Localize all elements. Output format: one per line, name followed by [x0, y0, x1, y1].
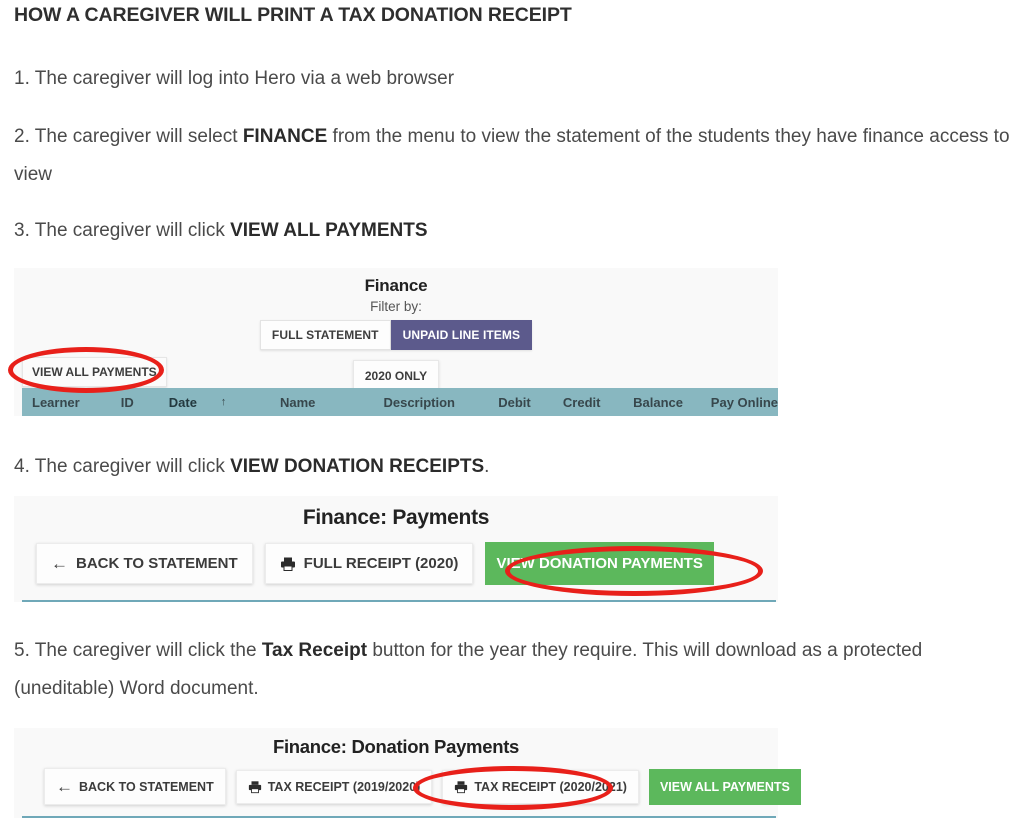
step-4-suffix: . — [484, 456, 490, 477]
finance-panel-title: Finance — [364, 276, 428, 295]
column-header-pay-online[interactable]: Pay Online — [711, 395, 778, 410]
tax-receipt-2019-2020-button[interactable]: TAX RECEIPT (2019/2020) — [235, 769, 433, 804]
step-3-prefix: 3. The caregiver will click — [14, 220, 231, 241]
step-1-text: 1. The caregiver will log into Hero via … — [14, 60, 454, 98]
tax-receipt-2020-2021-button[interactable]: TAX RECEIPT (2020/2021) — [442, 769, 639, 804]
step-2-emphasis: FINANCE — [242, 126, 328, 147]
column-header-debit[interactable]: Debit — [472, 395, 563, 410]
step-5-text: 5. The caregiver will click the Tax Rece… — [14, 632, 1004, 708]
step-5-prefix: 5. The caregiver will click the — [14, 640, 262, 661]
tax-receipt-2020-2021-label: TAX RECEIPT (2020/2021) — [474, 779, 627, 794]
filter-by-label: Filter by: — [370, 299, 422, 314]
back-to-statement-label: BACK TO STATEMENT — [76, 555, 238, 572]
back-arrow-icon: ← — [51, 554, 68, 573]
column-header-date[interactable]: Date — [169, 395, 197, 410]
payments-button-row: ← BACK TO STATEMENT FULL RECEIPT (2020) … — [14, 542, 778, 585]
filter-segmented-control: FULL STATEMENT UNPAID LINE ITEMS — [14, 320, 778, 350]
column-header-id[interactable]: ID — [121, 395, 169, 410]
full-receipt-button[interactable]: FULL RECEIPT (2020) — [264, 543, 474, 584]
printer-icon — [280, 556, 296, 572]
column-header-credit[interactable]: Credit — [563, 395, 633, 410]
printer-icon — [248, 780, 262, 794]
column-header-name[interactable]: Name — [280, 395, 384, 410]
filter-unpaid-line-items-button[interactable]: UNPAID LINE ITEMS — [390, 320, 533, 350]
donation-back-to-statement-button[interactable]: ← BACK TO STATEMENT — [44, 768, 226, 805]
step-4-text: 4. The caregiver will click VIEW DONATIO… — [14, 448, 489, 486]
view-all-payments-button[interactable]: VIEW ALL PAYMENTS — [22, 357, 167, 387]
donation-panel-divider — [22, 816, 776, 818]
document-page: HOW A CAREGIVER WILL PRINT A TAX DONATIO… — [0, 0, 1018, 824]
step-4-prefix: 4. The caregiver will click — [14, 456, 231, 477]
step-2-prefix: 2. The caregiver will select — [14, 126, 243, 147]
payments-panel-divider — [22, 600, 776, 602]
statement-table-header: Learner ID Date ↑ Name Description Debit… — [22, 388, 778, 416]
view-donation-payments-label: VIEW DONATION PAYMENTS — [496, 555, 703, 572]
tax-receipt-2019-2020-label: TAX RECEIPT (2019/2020) — [267, 779, 421, 794]
full-receipt-label: FULL RECEIPT (2020) — [303, 555, 459, 572]
donation-view-all-payments-label: VIEW ALL PAYMENTS — [659, 779, 790, 794]
step-5-emphasis: Tax Receipt — [261, 640, 368, 661]
view-donation-payments-button[interactable]: VIEW DONATION PAYMENTS — [485, 542, 714, 585]
donation-view-all-payments-button[interactable]: VIEW ALL PAYMENTS — [648, 768, 801, 805]
filter-full-statement-button[interactable]: FULL STATEMENT — [259, 320, 391, 350]
back-arrow-icon: ← — [56, 777, 73, 796]
finance-payments-screenshot: Finance: Payments ← BACK TO STATEMENT FU… — [14, 496, 778, 602]
printer-icon — [454, 780, 468, 794]
column-header-learner[interactable]: Learner — [22, 395, 121, 410]
back-to-statement-button[interactable]: ← BACK TO STATEMENT — [36, 543, 253, 584]
finance-statement-screenshot: Finance Filter by: FULL STATEMENT UNPAID… — [14, 268, 778, 416]
donation-panel-title: Finance: Donation Payments — [272, 736, 520, 757]
step-3-text: 3. The caregiver will click VIEW ALL PAY… — [14, 212, 428, 250]
payments-panel-title: Finance: Payments — [302, 506, 490, 529]
column-header-description[interactable]: Description — [383, 395, 472, 410]
step-4-emphasis: VIEW DONATION RECEIPTS — [230, 456, 485, 477]
date-sort-ascending-icon[interactable]: ↑ — [187, 396, 280, 408]
step-3-emphasis: VIEW ALL PAYMENTS — [230, 220, 428, 241]
donation-button-row: ← BACK TO STATEMENT TAX RECEIPT (2019/20… — [14, 768, 801, 805]
donation-back-to-statement-label: BACK TO STATEMENT — [79, 779, 214, 794]
column-header-balance[interactable]: Balance — [633, 395, 711, 410]
step-2-text: 2. The caregiver will select FINANCE fro… — [14, 118, 1014, 194]
page-title: HOW A CAREGIVER WILL PRINT A TAX DONATIO… — [14, 4, 572, 26]
step-1-label: 1. The caregiver will log into Hero via … — [14, 68, 455, 89]
finance-donation-payments-screenshot: Finance: Donation Payments ← BACK TO STA… — [14, 728, 801, 818]
